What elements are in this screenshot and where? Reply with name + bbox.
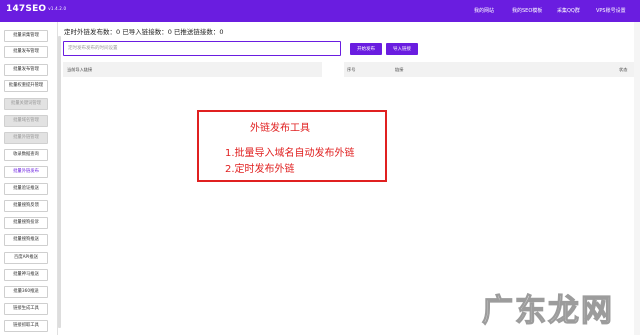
annotation-title: 外链发布工具 bbox=[250, 123, 310, 134]
start-publish-button[interactable]: 开始发布 bbox=[350, 43, 382, 55]
watermark: 广东龙网 bbox=[481, 292, 614, 329]
sidebar-item-18[interactable]: 链接抓取工具 bbox=[4, 320, 48, 332]
page-scrollbar[interactable] bbox=[634, 22, 640, 335]
sidebar-item-9[interactable]: 批量外链发布 bbox=[4, 166, 48, 178]
sidebar-item-4[interactable]: 批量权重提升管理 bbox=[4, 80, 48, 92]
col-status-header: 状态 bbox=[619, 67, 628, 72]
app-version: v1.4.2.0 bbox=[48, 6, 67, 11]
sidebar-item-15[interactable]: 批量神马推送 bbox=[4, 269, 48, 281]
sidebar-item-3[interactable]: 批量发布管理 bbox=[4, 64, 48, 76]
sidebar-item-5[interactable]: 批量关键词管理 bbox=[4, 98, 48, 110]
sidebar-item-8[interactable]: 收录数据查询 bbox=[4, 149, 48, 161]
sidebar-item-7[interactable]: 批量外链管理 bbox=[4, 132, 48, 144]
sidebar-item-10[interactable]: 批量验证推送 bbox=[4, 183, 48, 195]
nav-vps-settings[interactable]: VPS账号设置 bbox=[596, 7, 626, 14]
publish-stats: 定时外链发布数：0 已导入链接数：0 已推送链接数：0 bbox=[64, 28, 224, 36]
annotation-line-1: 1.批量导入域名自动发布外链 bbox=[225, 148, 355, 159]
sidebar-scrollbar[interactable] bbox=[58, 36, 61, 328]
top-nav-bar: 147SEO v1.4.2.0 我的网站 我的SEO模板 采集QQ群 VPS账号设… bbox=[0, 0, 640, 22]
sidebar-item-6[interactable]: 批量域名管理 bbox=[4, 115, 48, 127]
imported-links-label: 当前导入链接 bbox=[67, 67, 93, 72]
sidebar-item-2[interactable]: 批量发布管理 bbox=[4, 46, 48, 58]
annotation-line-2: 2.定时发布外链 bbox=[225, 164, 295, 175]
sidebar-item-14[interactable]: 百度API推送 bbox=[4, 252, 48, 264]
schedule-input[interactable] bbox=[63, 41, 341, 56]
sidebar: 批量采集管理 批量发布管理 批量发布管理 批量权重提升管理 批量关键词管理 批量域名管理批… bbox=[0, 22, 58, 335]
nav-my-sites[interactable]: 我的网站 bbox=[474, 7, 494, 14]
nav-qq-groups[interactable]: 采集QQ群 bbox=[557, 7, 580, 14]
links-table-header: 序号 链接 状态 bbox=[344, 62, 634, 77]
import-links-button[interactable]: 导入链接 bbox=[386, 43, 418, 55]
sidebar-item-16[interactable]: 批量360推送 bbox=[4, 286, 48, 298]
sidebar-item-12[interactable]: 批量搜狗投诉 bbox=[4, 217, 48, 229]
sidebar-item-11[interactable]: 批量搜狗反馈 bbox=[4, 200, 48, 212]
nav-seo-templates[interactable]: 我的SEO模板 bbox=[512, 7, 542, 14]
sidebar-item-13[interactable]: 批量搜狗推送 bbox=[4, 234, 48, 246]
sidebar-item-17[interactable]: 链接生成工具 bbox=[4, 303, 48, 315]
sidebar-item-1[interactable]: 批量采集管理 bbox=[4, 30, 48, 42]
app-brand[interactable]: 147SEO v1.4.2.0 bbox=[6, 4, 66, 14]
brand-name: 147SEO bbox=[6, 4, 47, 14]
annotation-box: 外链发布工具 1.批量导入域名自动发布外链 2.定时发布外链 bbox=[197, 110, 387, 182]
col-link-header: 链接 bbox=[395, 67, 404, 72]
col-index-header: 序号 bbox=[347, 67, 356, 72]
imported-links-panel: 当前导入链接 bbox=[63, 62, 322, 77]
